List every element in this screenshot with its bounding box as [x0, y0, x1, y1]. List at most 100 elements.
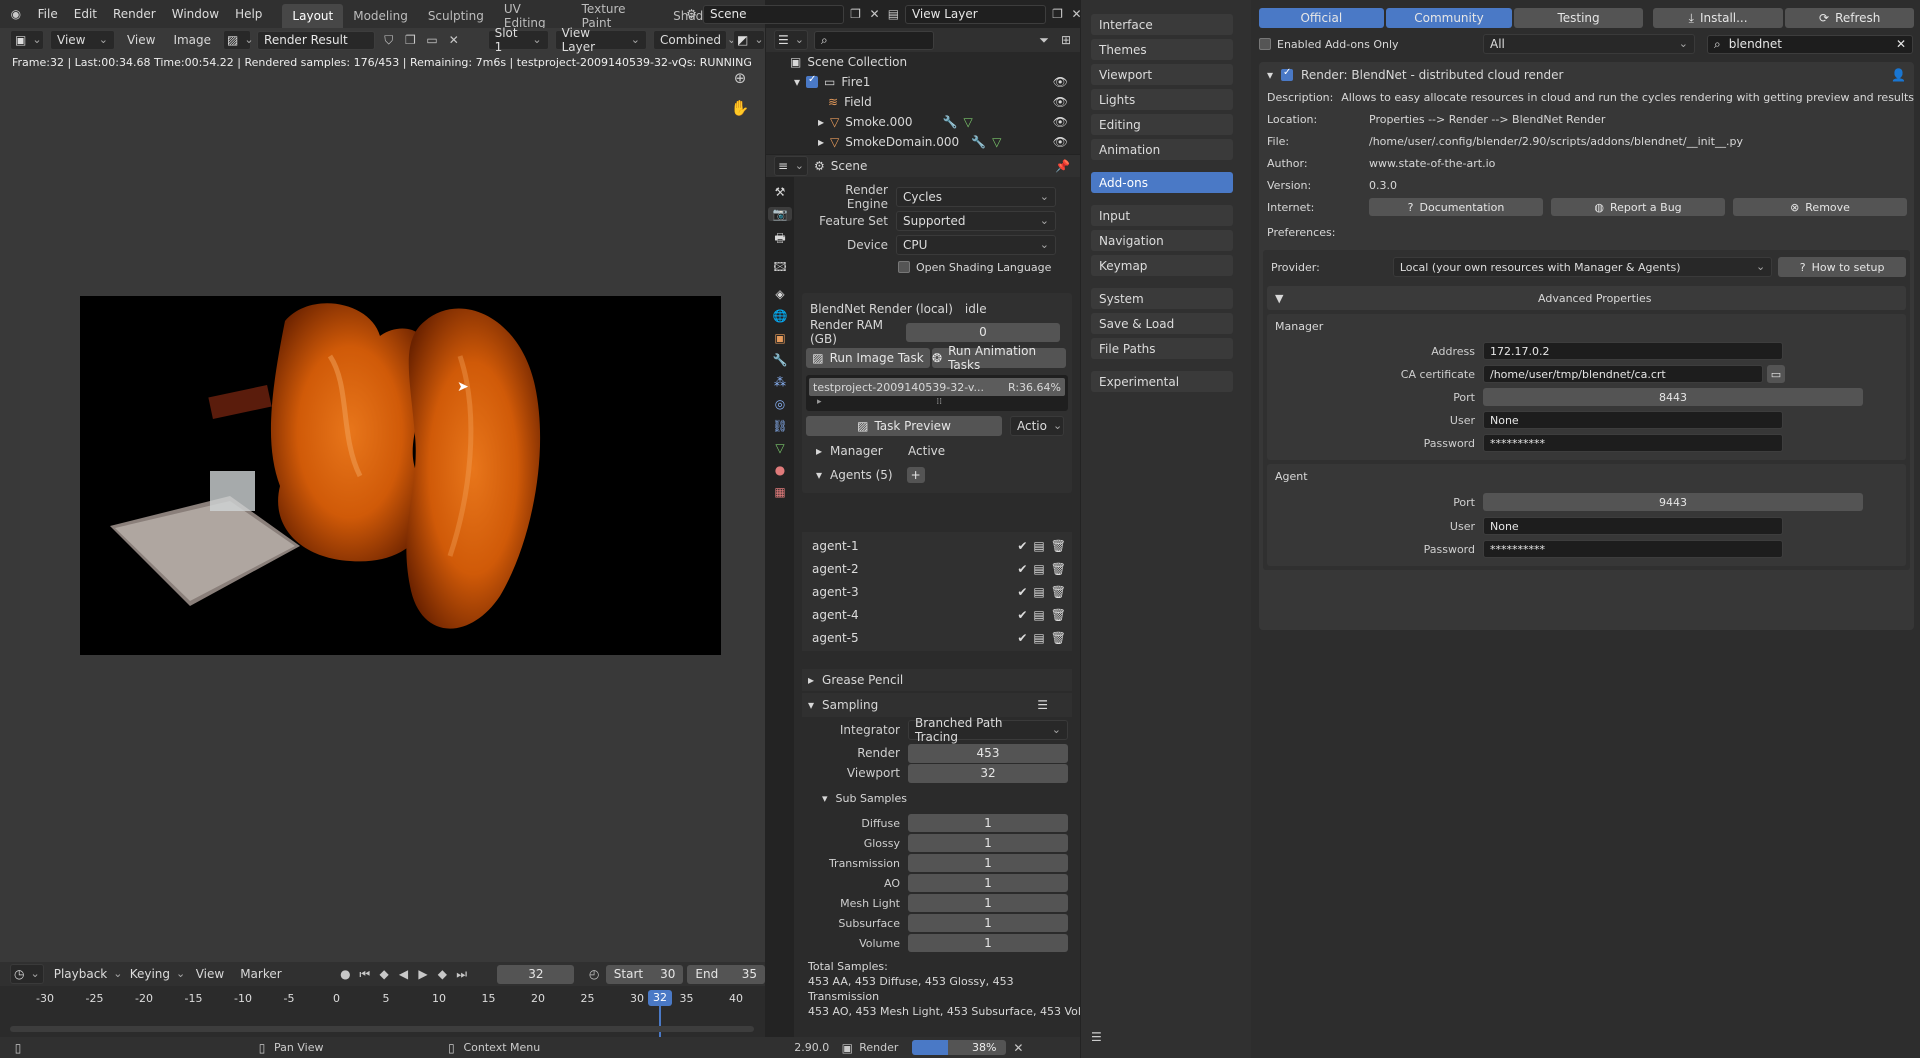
- tab-uv-editing[interactable]: UV Editing: [494, 2, 572, 30]
- document-icon[interactable]: ▤: [1033, 562, 1044, 576]
- open-image-icon[interactable]: ▭: [424, 32, 440, 48]
- nav-animation[interactable]: Animation: [1091, 139, 1233, 160]
- menu-file[interactable]: File: [30, 7, 66, 21]
- nav-input[interactable]: Input: [1091, 205, 1233, 226]
- render-tab-icon[interactable]: 📷: [768, 207, 792, 221]
- view-layer-icon[interactable]: ▤: [886, 6, 901, 22]
- document-icon[interactable]: ▤: [1033, 608, 1044, 622]
- manager-port-field[interactable]: 8443: [1483, 388, 1863, 406]
- task-row[interactable]: testproject-2009140539-32-v... R:36.64%: [809, 378, 1065, 396]
- tab-texture-paint[interactable]: Texture Paint: [572, 2, 663, 30]
- nav-add-ons[interactable]: Add-ons: [1091, 172, 1233, 193]
- filter-icon[interactable]: ⏷: [1036, 32, 1052, 48]
- menu-image[interactable]: Image: [167, 33, 217, 47]
- timeline-scrollbar[interactable]: [10, 1026, 754, 1032]
- nav-lights[interactable]: Lights: [1091, 89, 1233, 110]
- actions-dropdown[interactable]: Actio: [1010, 416, 1064, 436]
- current-frame-field[interactable]: 32: [497, 964, 575, 984]
- view-layer-selector[interactable]: View Layer: [904, 4, 1047, 24]
- agent-row[interactable]: agent-4 ✔ ▤ 🗑: [802, 603, 1072, 626]
- manager-password-field[interactable]: **********: [1483, 434, 1783, 452]
- add-agent-button[interactable]: +: [906, 467, 925, 483]
- outliner-item-smoke[interactable]: ▸ ▽ Smoke.000 🔧 ▽ 👁: [766, 112, 1080, 132]
- properties-editor-type[interactable]: ≡: [774, 156, 808, 176]
- document-icon[interactable]: ▤: [1033, 631, 1044, 645]
- run-animation-tasks-button[interactable]: ❂ Run Animation Tasks: [932, 344, 1066, 372]
- check-icon[interactable]: ✔: [1017, 608, 1027, 622]
- device-dropdown[interactable]: CPU: [896, 235, 1056, 255]
- next-keyframe-icon[interactable]: ◆: [435, 966, 450, 982]
- nav-file-paths[interactable]: File Paths: [1091, 338, 1233, 359]
- sub-sample-field[interactable]: 1: [908, 874, 1068, 892]
- world-tab-icon[interactable]: 🌐: [773, 309, 788, 323]
- tab-testing[interactable]: Testing: [1514, 8, 1643, 28]
- documentation-button[interactable]: ? Documentation: [1369, 198, 1543, 216]
- sub-sample-field[interactable]: 1: [908, 834, 1068, 852]
- outliner-editor-type[interactable]: ☰: [774, 30, 808, 50]
- sub-sample-field[interactable]: 1: [908, 854, 1068, 872]
- trash-icon[interactable]: 🗑: [1051, 608, 1066, 622]
- agent-row[interactable]: agent-3 ✔ ▤ 🗑: [802, 580, 1072, 603]
- list-resize-handle[interactable]: ▸ ⁞⁞: [809, 396, 1065, 408]
- nav-themes[interactable]: Themes: [1091, 39, 1233, 60]
- osl-checkbox[interactable]: [898, 261, 910, 273]
- provider-dropdown[interactable]: Local (your own resources with Manager &…: [1392, 257, 1773, 277]
- menu-edit[interactable]: Edit: [66, 7, 105, 21]
- pin-icon[interactable]: 📌: [1055, 159, 1070, 173]
- sub-samples-header[interactable]: ▾ Sub Samples: [802, 783, 1072, 813]
- particles-tab-icon[interactable]: ⁂: [774, 375, 786, 389]
- menu-render[interactable]: Render: [105, 7, 164, 21]
- trash-icon[interactable]: 🗑: [1051, 631, 1066, 645]
- addon-search-field[interactable]: ⌕ blendnet ✕: [1707, 34, 1913, 54]
- copy-view-layer-icon[interactable]: ❐: [1050, 6, 1065, 22]
- play-icon[interactable]: ▶: [415, 966, 430, 982]
- copy-scene-icon[interactable]: ❐: [848, 6, 863, 22]
- nav-viewport[interactable]: Viewport: [1091, 64, 1233, 85]
- scene-tab-icon[interactable]: ◈: [775, 287, 784, 301]
- marker-menu[interactable]: Marker: [234, 967, 287, 981]
- collection-checkbox[interactable]: [806, 74, 819, 88]
- unlink-image-icon[interactable]: ✕: [446, 32, 462, 48]
- sampling-panel-header[interactable]: ▾ Sampling ☰: [802, 693, 1072, 717]
- task-preview-button[interactable]: ▨ Task Preview: [806, 416, 1002, 436]
- agent-port-field[interactable]: 9443: [1483, 493, 1863, 511]
- image-browse-button[interactable]: ▨: [223, 30, 252, 50]
- check-icon[interactable]: ✔: [1017, 539, 1027, 553]
- nav-editing[interactable]: Editing: [1091, 114, 1233, 135]
- document-icon[interactable]: ▤: [1033, 539, 1044, 553]
- cancel-render-icon[interactable]: ✕: [1010, 1040, 1026, 1056]
- prev-keyframe-icon[interactable]: ◆: [376, 966, 391, 982]
- remove-button[interactable]: ⊗ Remove: [1733, 198, 1907, 216]
- display-channels-dropdown[interactable]: ◩: [732, 30, 765, 50]
- render-result-image[interactable]: [80, 296, 721, 655]
- outliner-item-fire1[interactable]: ▾▭Fire1👁: [766, 72, 1080, 92]
- menu-view[interactable]: View: [121, 33, 161, 47]
- menu-help[interactable]: Help: [227, 7, 270, 21]
- nav-save-load[interactable]: Save & Load: [1091, 313, 1233, 334]
- delete-scene-icon[interactable]: ✕: [867, 6, 882, 22]
- agent-password-field[interactable]: **********: [1483, 540, 1783, 558]
- outliner-item-smokedomain[interactable]: ▸ ▽ SmokeDomain.000 🔧 ▽ 👁: [766, 132, 1080, 152]
- tool-tab-icon[interactable]: ⚒: [775, 185, 786, 199]
- view-mode-dropdown[interactable]: View: [50, 30, 115, 50]
- trash-icon[interactable]: 🗑: [1051, 539, 1066, 553]
- stopwatch-icon[interactable]: ◴: [586, 966, 601, 982]
- clear-search-icon[interactable]: ✕: [1896, 37, 1906, 51]
- object-tab-icon[interactable]: ▣: [774, 331, 785, 345]
- address-field[interactable]: 172.17.0.2: [1483, 342, 1783, 360]
- sub-sample-field[interactable]: 1: [908, 914, 1068, 932]
- run-image-task-button[interactable]: ▨ Run Image Task: [806, 348, 930, 368]
- render-samples-field[interactable]: 453: [908, 743, 1068, 763]
- image-name-field[interactable]: Render Result: [257, 30, 375, 50]
- manager-user-field[interactable]: None: [1483, 411, 1783, 429]
- modifier-tab-icon[interactable]: 🔧: [773, 353, 788, 367]
- nav-keymap[interactable]: Keymap: [1091, 255, 1233, 276]
- texture-tab-icon[interactable]: ▦: [774, 485, 785, 499]
- report-bug-button[interactable]: ◍ Report a Bug: [1551, 198, 1725, 216]
- eye-icon[interactable]: 👁: [1053, 95, 1068, 109]
- advanced-properties-header[interactable]: ▼ Advanced Properties: [1267, 286, 1906, 310]
- playback-menu[interactable]: Playback: [48, 964, 120, 984]
- record-icon[interactable]: ●: [338, 966, 353, 982]
- scene-icon[interactable]: ⚙: [684, 6, 699, 22]
- timeline-editor-type[interactable]: ◷: [10, 964, 44, 984]
